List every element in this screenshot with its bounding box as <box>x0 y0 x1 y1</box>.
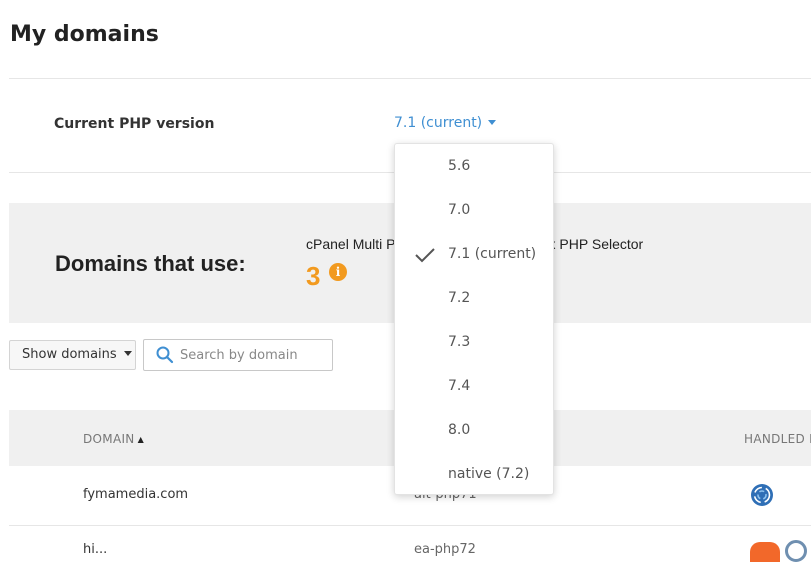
domain-count: 3 <box>306 261 321 291</box>
usage-title: Domains that use: <box>55 251 246 276</box>
php-version-dropdown: 5.6 7.0 7.1 (current) 7.2 7.3 7.4 8.0 na… <box>394 143 554 495</box>
caret-down-icon <box>488 120 497 125</box>
sort-ascending-icon: ▲ <box>137 435 145 444</box>
php-option[interactable]: 7.4 <box>395 364 553 408</box>
show-domains-button[interactable]: Show domains <box>9 340 136 370</box>
info-icon[interactable]: i <box>329 263 347 281</box>
php-option[interactable]: 8.0 <box>395 408 553 452</box>
php-version-label: Current PHP version <box>54 116 215 132</box>
php-option[interactable]: 5.6 <box>395 144 553 188</box>
php-option[interactable]: 7.2 <box>395 276 553 320</box>
column-header-domain[interactable]: DOMAIN ▲ <box>83 432 144 446</box>
cloudlinux-icon <box>750 483 774 512</box>
search-input[interactable] <box>180 345 325 365</box>
table-row: hi... ea-php72 <box>9 526 811 562</box>
php-version-selected: 7.1 (current) <box>394 115 483 131</box>
php-option-selected[interactable]: 7.1 (current) <box>395 232 553 276</box>
show-domains-label: Show domains <box>22 347 117 362</box>
cloudlinux-icon <box>785 540 807 562</box>
handler-cell: ea-php72 <box>414 542 476 557</box>
cpanel-icon <box>750 542 780 562</box>
php-option[interactable]: 7.0 <box>395 188 553 232</box>
checkmark-icon <box>415 248 435 263</box>
column-header-handled-by: HANDLED BY <box>744 432 811 446</box>
php-option[interactable]: native (7.2) <box>395 452 553 496</box>
search-icon <box>156 346 174 364</box>
domain-cell: hi... <box>83 542 108 557</box>
search-box[interactable] <box>143 339 333 371</box>
php-option[interactable]: 7.3 <box>395 320 553 364</box>
divider <box>9 78 811 79</box>
page-title: My domains <box>10 22 159 47</box>
php-version-select[interactable]: 7.1 (current) <box>394 115 497 131</box>
caret-down-icon <box>123 351 132 356</box>
domain-cell: fymamedia.com <box>83 487 189 502</box>
